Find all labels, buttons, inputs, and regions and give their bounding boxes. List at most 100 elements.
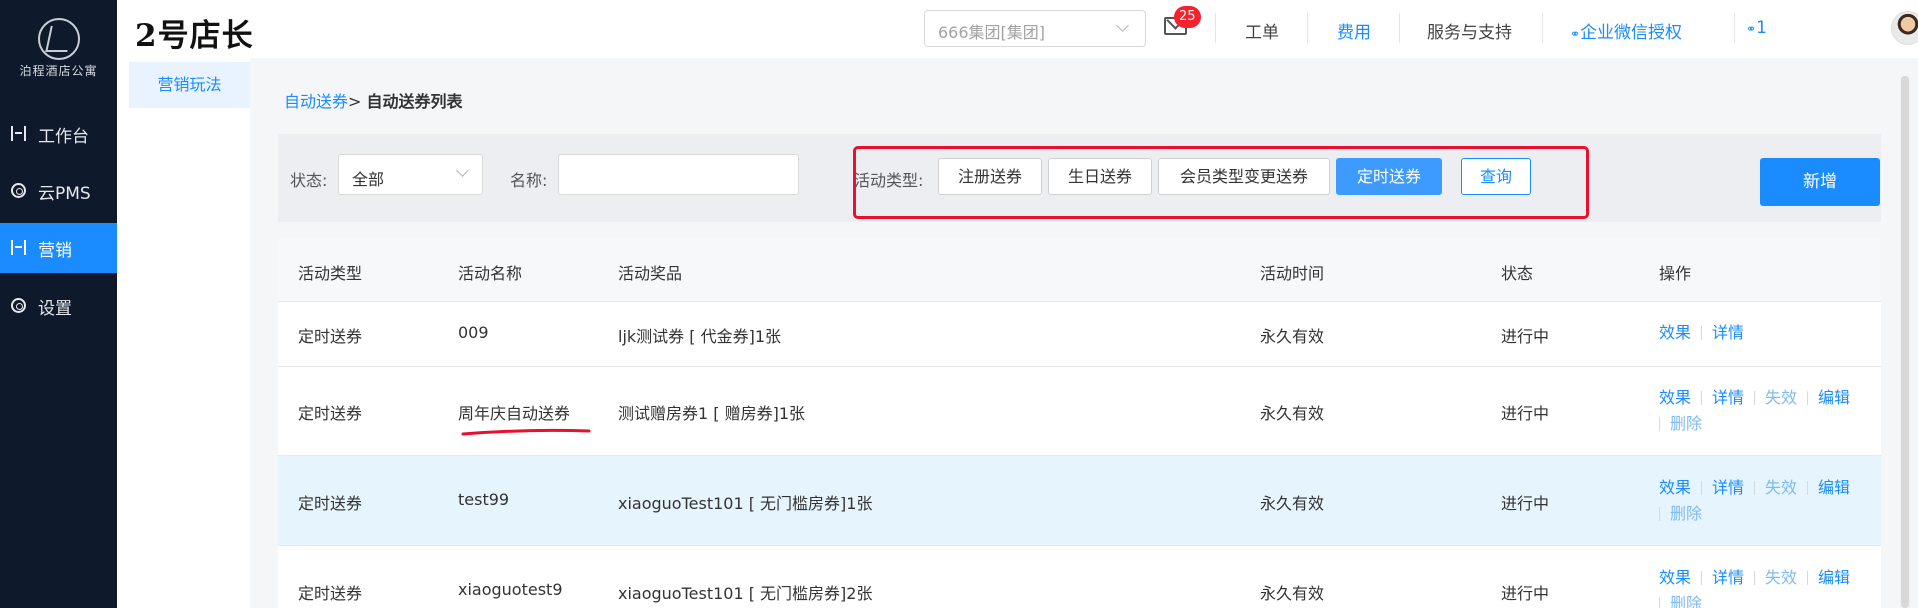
sidebar-item-workbench[interactable]: 工作台	[0, 109, 117, 159]
column-header: 活动类型	[298, 264, 363, 283]
workbench-icon	[11, 126, 26, 141]
service-support-link[interactable]: 服务与支持	[1427, 18, 1512, 43]
user-count-value: 1	[1756, 18, 1767, 38]
cell-prize: xiaoguoTest101 [ 无门槛房券]1张	[618, 494, 873, 513]
edit-link[interactable]: 编辑	[1818, 568, 1850, 587]
breadcrumb-current: 自动送券列表	[366, 92, 463, 111]
chevron-down-icon	[1116, 19, 1129, 32]
effect-link[interactable]: 效果	[1659, 388, 1691, 407]
chevron-down-icon	[456, 164, 469, 177]
user-icon: ⚭	[1570, 27, 1581, 41]
mail-badge: 25	[1174, 6, 1201, 28]
invalid-link[interactable]: 失效	[1765, 568, 1797, 587]
effect-link[interactable]: 效果	[1659, 478, 1691, 497]
cell-name: 009	[458, 323, 489, 342]
cell-status: 进行中	[1501, 404, 1550, 423]
table-header: 活动类型 活动名称 活动奖品 活动时间 状态 操作	[278, 238, 1881, 302]
sidebar-item-label: 设置	[38, 299, 72, 319]
sidebar-item-marketing[interactable]: 营销	[0, 223, 117, 273]
column-header: 状态	[1501, 264, 1534, 283]
cell-type: 定时送券	[298, 404, 363, 423]
brand: 泊程酒店公寓	[0, 0, 117, 100]
gear-icon	[11, 183, 26, 198]
column-header: 活动名称	[458, 264, 523, 283]
table-row: 定时送券 009 ljk测试券 [ 代金券]1张 永久有效 进行中 效果 详情	[278, 302, 1881, 367]
group-select[interactable]: 666集团[集团]	[924, 10, 1146, 47]
invalid-link[interactable]: 失效	[1765, 478, 1797, 497]
scrollbar-thumb[interactable]	[1901, 76, 1909, 608]
cell-status: 进行中	[1501, 327, 1550, 346]
name-label: 名称:	[510, 171, 548, 190]
column-header: 活动时间	[1260, 264, 1325, 283]
brand-logo-icon	[38, 18, 80, 60]
wecom-auth-link[interactable]: ⚭企业微信授权	[1570, 18, 1682, 43]
detail-link[interactable]: 详情	[1712, 478, 1744, 497]
delete-link[interactable]: 删除	[1670, 414, 1702, 433]
sidebar-item-settings[interactable]: 设置	[0, 281, 117, 331]
cell-name: test99	[458, 490, 510, 509]
cell-name: 周年庆自动送券	[458, 404, 571, 423]
cell-name: xiaoguotest9	[458, 580, 563, 599]
cell-prize: 测试赠房券1 [ 赠房券]1张	[618, 404, 806, 423]
cell-prize: xiaoguoTest101 [ 无门槛房券]2张	[618, 584, 873, 603]
main-content: 自动送券> 自动送券列表 状态: 全部 名称: 活动类型: 注册送券 生日送券 …	[250, 58, 1918, 608]
table-row: 定时送券 xiaoguotest9 xiaoguoTest101 [ 无门槛房券…	[278, 546, 1881, 608]
cell-time: 永久有效	[1260, 327, 1325, 346]
activity-table: 活动类型 活动名称 活动奖品 活动时间 状态 操作 定时送券 009 ljk测试…	[278, 238, 1881, 608]
delete-link[interactable]: 删除	[1670, 594, 1702, 608]
detail-link[interactable]: 详情	[1712, 323, 1744, 342]
detail-link[interactable]: 详情	[1712, 388, 1744, 407]
cell-prize: ljk测试券 [ 代金券]1张	[618, 327, 781, 346]
filter-bar: 状态: 全部 名称: 活动类型: 注册送券 生日送券 会员类型变更送券 定时送券…	[278, 134, 1881, 222]
cell-type: 定时送券	[298, 494, 363, 513]
highlight-annotation	[853, 146, 1589, 219]
row-actions: 效果 详情 失效 编辑删除	[1659, 385, 1874, 437]
row-actions: 效果 详情 失效 编辑删除	[1659, 475, 1874, 527]
effect-link[interactable]: 效果	[1659, 323, 1691, 342]
sidebar-item-label: 工作台	[38, 127, 89, 147]
underline-annotation	[461, 428, 591, 436]
detail-link[interactable]: 详情	[1712, 568, 1744, 587]
cell-status: 进行中	[1501, 584, 1550, 603]
name-input[interactable]	[558, 154, 799, 195]
sidebar-item-label: 营销	[38, 241, 72, 261]
breadcrumb-parent[interactable]: 自动送券	[284, 92, 348, 111]
cell-time: 永久有效	[1260, 404, 1325, 423]
edit-link[interactable]: 编辑	[1818, 478, 1850, 497]
submenu-item-marketing-play[interactable]: 营销玩法	[129, 62, 250, 108]
delete-link[interactable]: 删除	[1670, 504, 1702, 523]
add-button[interactable]: 新增	[1760, 158, 1880, 206]
work-order-link[interactable]: 工单	[1245, 18, 1279, 43]
group-select-value: 666集团[集团]	[938, 23, 1046, 42]
brand-name: 泊程酒店公寓	[19, 64, 98, 78]
breadcrumb-sep: >	[348, 92, 362, 111]
sidebar-item-pms[interactable]: 云PMS	[0, 166, 117, 216]
effect-link[interactable]: 效果	[1659, 568, 1691, 587]
table-row: 定时送券 周年庆自动送券 测试赠房券1 [ 赠房券]1张 永久有效 进行中 效果…	[278, 367, 1881, 456]
user-icon: ⚭	[1746, 22, 1757, 36]
app-title: 2号店长	[135, 18, 254, 54]
marketing-icon	[11, 240, 26, 255]
cell-type: 定时送券	[298, 327, 363, 346]
column-header: 活动奖品	[618, 264, 683, 283]
user-count[interactable]: ⚭1	[1746, 18, 1767, 38]
top-header: 2号店长 666集团[集团] 25 工单 费用 服务与支持 ⚭企业微信授权 ⚭1	[117, 0, 1918, 58]
vertical-scrollbar[interactable]	[1900, 76, 1910, 608]
cell-time: 永久有效	[1260, 494, 1325, 513]
cell-time: 永久有效	[1260, 584, 1325, 603]
fee-link[interactable]: 费用	[1337, 18, 1371, 43]
cell-status: 进行中	[1501, 494, 1550, 513]
status-select[interactable]: 全部	[338, 154, 483, 195]
cell-type: 定时送券	[298, 584, 363, 603]
column-header: 操作	[1659, 264, 1692, 283]
wecom-auth-label: 企业微信授权	[1580, 23, 1683, 43]
row-actions: 效果 详情	[1659, 320, 1874, 346]
status-label: 状态:	[290, 171, 328, 190]
status-select-value: 全部	[352, 170, 385, 189]
sidebar-item-label: 云PMS	[38, 184, 91, 204]
table-row: 定时送券 test99 xiaoguoTest101 [ 无门槛房券]1张 永久…	[278, 456, 1881, 546]
avatar[interactable]	[1891, 11, 1918, 45]
edit-link[interactable]: 编辑	[1818, 388, 1850, 407]
invalid-link[interactable]: 失效	[1765, 388, 1797, 407]
main-sidebar: 泊程酒店公寓 工作台 云PMS 营销 设置	[0, 0, 117, 608]
